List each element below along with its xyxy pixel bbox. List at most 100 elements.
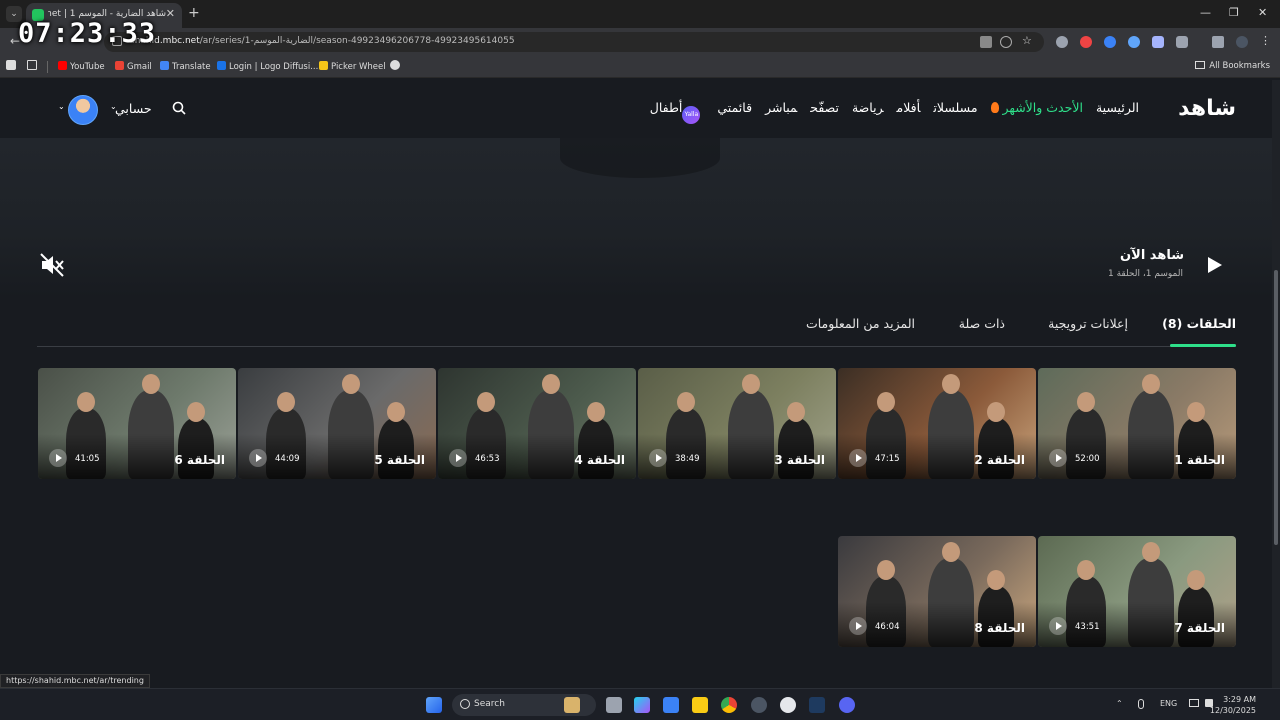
tab-related[interactable]: ذات صلة	[959, 316, 1005, 331]
taskbar-clock[interactable]: 3:29 AM 12/30/2025	[1210, 694, 1256, 716]
search-icon[interactable]	[172, 101, 186, 115]
play-icon[interactable]	[849, 617, 867, 635]
bookmark-translate[interactable]: Translate	[160, 61, 211, 72]
play-icon[interactable]	[1049, 617, 1067, 635]
apps-grid-icon[interactable]	[27, 60, 37, 70]
episode-label: الحلقة 2	[974, 453, 1025, 467]
extension-icon[interactable]	[1056, 36, 1068, 48]
scroll-thumb[interactable]	[1274, 270, 1278, 545]
nav-kids[interactable]: Yallaأطفال	[650, 100, 705, 124]
figure-head	[742, 374, 760, 394]
shahid-logo[interactable]: شاهد	[1178, 96, 1237, 121]
episode-card[interactable]: الحلقة 4 46:53	[438, 368, 636, 479]
figure-head	[787, 402, 805, 422]
side-panel-icon[interactable]	[6, 60, 16, 70]
episode-card[interactable]: الحلقة 8 46:04	[838, 536, 1036, 647]
chrome-icon[interactable]	[721, 697, 737, 713]
play-icon[interactable]	[49, 449, 67, 467]
file-explorer-icon[interactable]	[692, 697, 708, 713]
bookmark-star-icon[interactable]: ☆	[1022, 34, 1034, 47]
tray-chevron-up-icon[interactable]: ⌃	[1116, 699, 1123, 708]
tab-more-info[interactable]: المزيد من المعلومات	[806, 316, 915, 331]
hero-banner: شاهد الآن الموسم 1، الحلقة 1	[0, 138, 1280, 298]
play-icon[interactable]	[1204, 255, 1224, 275]
nav-series[interactable]: مسلسلات	[933, 100, 977, 115]
avatar[interactable]	[68, 95, 98, 125]
profile-icon[interactable]	[1236, 36, 1248, 48]
taskbar-search-label: Search	[474, 699, 505, 709]
bookmark-label: Login | Logo Diffusi...	[229, 62, 319, 72]
network-icon[interactable]	[1189, 699, 1199, 707]
new-tab-button[interactable]: +	[188, 5, 200, 21]
episode-card[interactable]: الحلقة 7 43:51	[1038, 536, 1236, 647]
nav-browse[interactable]: تصفّح	[810, 100, 839, 115]
app-icon[interactable]	[751, 697, 767, 713]
nav-live[interactable]: مباشر	[765, 100, 797, 115]
bookmark-logo-diffusion[interactable]: Login | Logo Diffusi...	[217, 61, 318, 72]
maximize-button[interactable]: ❐	[1229, 6, 1239, 19]
episode-card[interactable]: الحلقة 6 41:05	[38, 368, 236, 479]
nav-my-list[interactable]: قائمتي	[717, 100, 752, 115]
extension-icon[interactable]	[1104, 36, 1116, 48]
steam-icon[interactable]	[809, 697, 825, 713]
account-menu[interactable]: حسابي	[115, 101, 152, 116]
play-icon[interactable]	[849, 449, 867, 467]
install-app-icon[interactable]	[980, 36, 992, 48]
menu-kebab-icon[interactable]: ⋮	[1260, 34, 1272, 47]
address-bar[interactable]: shahid.mbc.net/ar/series/الضارية-الموسم-…	[104, 32, 1044, 52]
settings-gear-icon[interactable]	[780, 697, 796, 713]
taskbar-date: 12/30/2025	[1209, 706, 1256, 715]
extension-icon[interactable]	[1128, 36, 1140, 48]
tab-episodes[interactable]: الحلقات (8)	[1162, 316, 1236, 331]
all-bookmarks-label: All Bookmarks	[1209, 61, 1270, 71]
store-icon[interactable]	[663, 697, 679, 713]
tab-close-icon[interactable]: ✕	[166, 7, 175, 20]
copilot-icon[interactable]	[634, 697, 650, 713]
nav-trending[interactable]: الأحدث والأشهر	[990, 100, 1083, 115]
task-view-icon[interactable]	[606, 697, 622, 713]
chevron-down-icon[interactable]: ⌄	[58, 102, 65, 111]
bookmarks-bar: YouTube Gmail Translate Login | Logo Dif…	[0, 56, 1280, 78]
play-icon[interactable]	[1049, 449, 1067, 467]
nav-home[interactable]: الرئيسية	[1096, 100, 1139, 115]
picker-wheel-icon	[319, 61, 328, 70]
bookmark-youtube[interactable]: YouTube	[58, 61, 105, 72]
bookmark-gmail[interactable]: Gmail	[115, 61, 152, 72]
minimize-button[interactable]: —	[1200, 6, 1211, 19]
chevron-down-icon[interactable]: ⌄	[110, 102, 117, 111]
mute-icon[interactable]	[38, 251, 66, 279]
figure-head	[1142, 374, 1160, 394]
tracking-icon[interactable]	[1000, 36, 1012, 48]
hero-artwork	[560, 138, 720, 178]
extension-icon[interactable]	[1080, 36, 1092, 48]
figure-head	[877, 392, 895, 412]
play-icon[interactable]	[249, 449, 267, 467]
episode-card[interactable]: الحلقة 3 38:49	[638, 368, 836, 479]
discord-icon[interactable]	[839, 697, 855, 713]
globe-icon[interactable]	[390, 60, 400, 70]
episode-card[interactable]: الحلقة 1 52:00	[1038, 368, 1236, 479]
nav-movies[interactable]: أفلام	[897, 100, 921, 115]
taskbar-search[interactable]: Search	[452, 694, 596, 716]
close-window-button[interactable]: ✕	[1258, 6, 1267, 19]
page-scrollbar[interactable]	[1272, 80, 1280, 688]
language-indicator[interactable]: ENG	[1160, 699, 1177, 708]
extension-icon[interactable]	[1152, 36, 1164, 48]
start-icon[interactable]	[426, 697, 442, 713]
bookmark-label: YouTube	[70, 62, 105, 72]
watch-now-button[interactable]: شاهد الآن	[1120, 248, 1184, 263]
media-control-icon[interactable]	[1212, 36, 1224, 48]
tab-trailers[interactable]: إعلانات ترويجية	[1048, 316, 1128, 331]
episode-card[interactable]: الحلقة 2 47:15	[838, 368, 1036, 479]
microphone-icon[interactable]	[1138, 699, 1144, 709]
episode-card[interactable]: الحلقة 5 44:09	[238, 368, 436, 479]
folder-icon	[1195, 61, 1206, 69]
extensions-puzzle-icon[interactable]	[1176, 36, 1188, 48]
play-icon[interactable]	[449, 449, 467, 467]
episode-duration: 52:00	[1075, 454, 1100, 464]
episode-label: الحلقة 7	[1174, 621, 1225, 635]
nav-sports[interactable]: رياضة	[852, 100, 884, 115]
all-bookmarks-button[interactable]: All Bookmarks	[1195, 61, 1270, 71]
bookmark-picker-wheel[interactable]: Picker Wheel	[319, 61, 386, 72]
play-icon[interactable]	[649, 449, 667, 467]
